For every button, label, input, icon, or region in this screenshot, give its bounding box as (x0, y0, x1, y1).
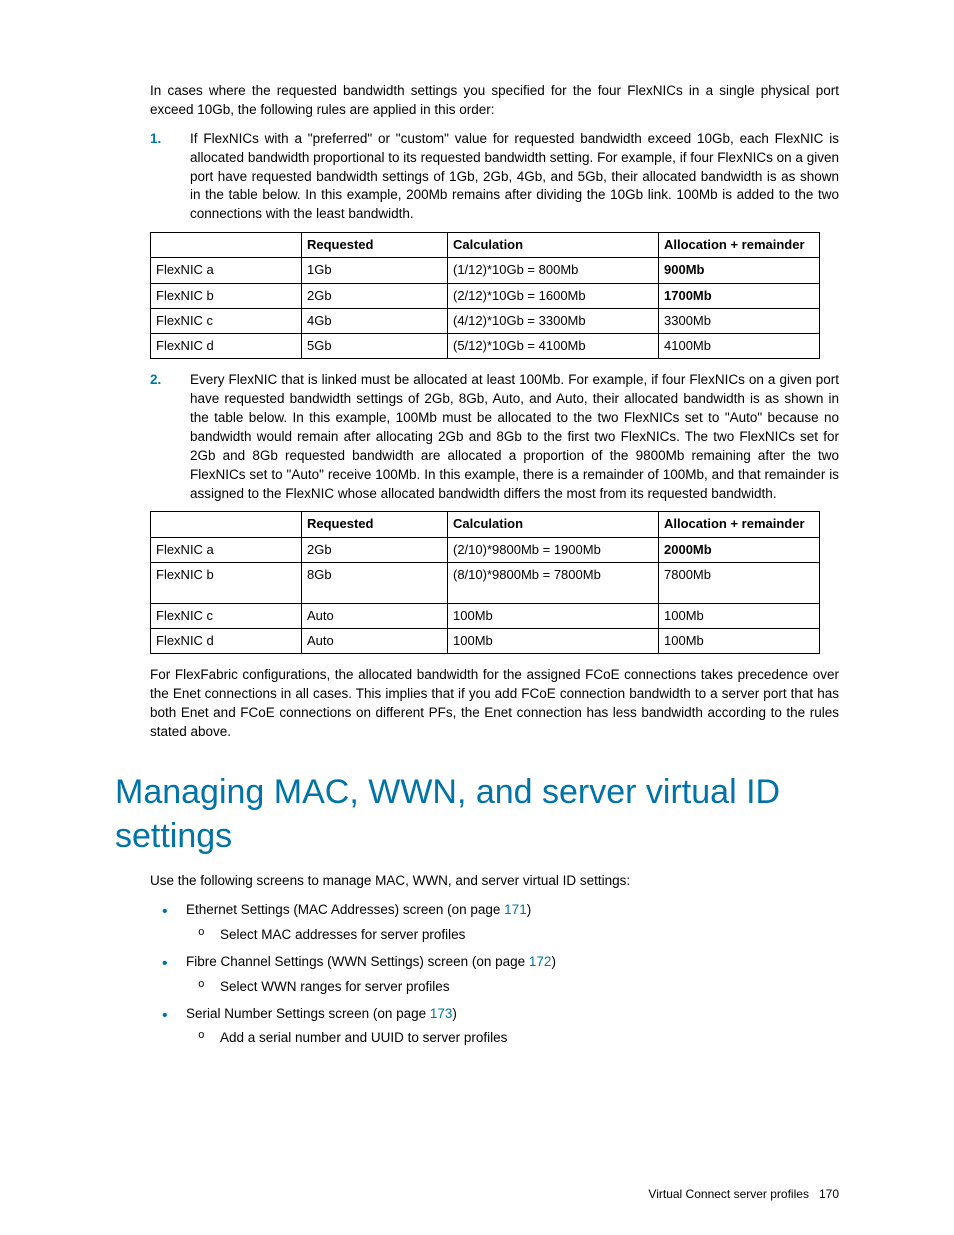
rule-2: 2. Every FlexNIC that is linked must be … (150, 371, 839, 503)
bullet-text: Fibre Channel Settings (WWN Settings) sc… (186, 954, 529, 969)
footer-page: 170 (819, 1187, 839, 1201)
table-cell: (8/10)*9800Mb = 7800Mb (448, 562, 659, 603)
table-header: Calculation (448, 512, 659, 537)
table-cell: FlexNIC d (151, 628, 302, 653)
page-footer: Virtual Connect server profiles 170 (648, 1186, 839, 1203)
bullet-item: Ethernet Settings (MAC Addresses) screen… (150, 901, 839, 945)
footer-title: Virtual Connect server profiles (648, 1187, 809, 1201)
table-cell: 900Mb (659, 258, 820, 283)
table-header: Allocation + remainder (659, 233, 820, 258)
table-header (151, 512, 302, 537)
table-header: Requested (302, 233, 448, 258)
table-cell: 3300Mb (659, 308, 820, 333)
table-header: Calculation (448, 233, 659, 258)
table-cell: Auto (302, 628, 448, 653)
table-row: FlexNIC c4Gb(4/12)*10Gb = 3300Mb3300Mb (151, 308, 820, 333)
sub-list: Select MAC addresses for server profiles (186, 926, 839, 945)
table-cell: 4Gb (302, 308, 448, 333)
table-cell: 2Gb (302, 283, 448, 308)
table-cell: FlexNIC c (151, 308, 302, 333)
rule-2-text: Every FlexNIC that is linked must be all… (190, 372, 839, 500)
table-2-head: RequestedCalculationAllocation + remaind… (151, 512, 820, 537)
table-cell: 100Mb (659, 628, 820, 653)
use-intro: Use the following screens to manage MAC,… (150, 872, 839, 891)
table-cell: (2/10)*9800Mb = 1900Mb (448, 537, 659, 562)
table-header (151, 233, 302, 258)
table-1-head: RequestedCalculationAllocation + remaind… (151, 233, 820, 258)
sub-item: Select WWN ranges for server profiles (186, 978, 839, 997)
table-cell: (4/12)*10Gb = 3300Mb (448, 308, 659, 333)
bullet-text: Ethernet Settings (MAC Addresses) screen… (186, 902, 504, 917)
table-cell: 1700Mb (659, 283, 820, 308)
bullet-text: Serial Number Settings screen (on page (186, 1006, 430, 1021)
table-2: RequestedCalculationAllocation + remaind… (150, 511, 820, 654)
table-row: FlexNIC dAuto100Mb100Mb (151, 628, 820, 653)
table-row: FlexNIC cAuto100Mb100Mb (151, 603, 820, 628)
table-cell: FlexNIC d (151, 333, 302, 358)
bullet-item: Fibre Channel Settings (WWN Settings) sc… (150, 953, 839, 997)
bullet-text: ) (452, 1006, 457, 1021)
sub-item: Select MAC addresses for server profiles (186, 926, 839, 945)
table-cell: FlexNIC a (151, 537, 302, 562)
table-2-body: FlexNIC a2Gb(2/10)*9800Mb = 1900Mb2000Mb… (151, 537, 820, 654)
table-row: FlexNIC b8Gb(8/10)*9800Mb = 7800Mb7800Mb (151, 562, 820, 603)
table-cell: Auto (302, 603, 448, 628)
table-cell: 100Mb (448, 603, 659, 628)
rule-1: 1. If FlexNICs with a "preferred" or "cu… (150, 130, 839, 224)
bullet-list: Ethernet Settings (MAC Addresses) screen… (150, 901, 839, 1048)
table-cell: 2Gb (302, 537, 448, 562)
table-row: FlexNIC b2Gb(2/12)*10Gb = 1600Mb1700Mb (151, 283, 820, 308)
table-cell: (1/12)*10Gb = 800Mb (448, 258, 659, 283)
table-cell: 100Mb (448, 628, 659, 653)
bullet-text: ) (551, 954, 556, 969)
table-header: Requested (302, 512, 448, 537)
table-cell: 8Gb (302, 562, 448, 603)
table-cell: (5/12)*10Gb = 4100Mb (448, 333, 659, 358)
intro-paragraph: In cases where the requested bandwidth s… (150, 82, 839, 120)
table-row: FlexNIC a2Gb(2/10)*9800Mb = 1900Mb2000Mb (151, 537, 820, 562)
sub-list: Select WWN ranges for server profiles (186, 978, 839, 997)
bullet-item: Serial Number Settings screen (on page 1… (150, 1005, 839, 1049)
sub-list: Add a serial number and UUID to server p… (186, 1029, 839, 1048)
table-1: RequestedCalculationAllocation + remaind… (150, 232, 820, 359)
rules-list-2: 2. Every FlexNIC that is linked must be … (150, 371, 839, 503)
table-cell: 7800Mb (659, 562, 820, 603)
table-cell: FlexNIC c (151, 603, 302, 628)
table-cell: (2/12)*10Gb = 1600Mb (448, 283, 659, 308)
flexfabric-paragraph: For FlexFabric configurations, the alloc… (150, 666, 839, 742)
table-row: FlexNIC a1Gb(1/12)*10Gb = 800Mb900Mb (151, 258, 820, 283)
table-cell: FlexNIC b (151, 562, 302, 603)
table-cell: 4100Mb (659, 333, 820, 358)
bullet-text: ) (527, 902, 532, 917)
table-cell: 5Gb (302, 333, 448, 358)
page-link[interactable]: 172 (529, 954, 552, 969)
table-cell: 100Mb (659, 603, 820, 628)
table-row: FlexNIC d5Gb(5/12)*10Gb = 4100Mb4100Mb (151, 333, 820, 358)
table-cell: FlexNIC b (151, 283, 302, 308)
table-1-body: FlexNIC a1Gb(1/12)*10Gb = 800Mb900MbFlex… (151, 258, 820, 359)
table-header: Allocation + remainder (659, 512, 820, 537)
table-cell: FlexNIC a (151, 258, 302, 283)
page-link[interactable]: 173 (430, 1006, 453, 1021)
rules-list: 1. If FlexNICs with a "preferred" or "cu… (150, 130, 839, 224)
rule-1-text: If FlexNICs with a "preferred" or "custo… (190, 131, 839, 222)
page-link[interactable]: 171 (504, 902, 527, 917)
table-cell: 1Gb (302, 258, 448, 283)
rule-1-number: 1. (150, 130, 161, 149)
table-cell: 2000Mb (659, 537, 820, 562)
sub-item: Add a serial number and UUID to server p… (186, 1029, 839, 1048)
rule-2-number: 2. (150, 371, 161, 390)
section-heading: Managing MAC, WWN, and server virtual ID… (115, 770, 839, 858)
